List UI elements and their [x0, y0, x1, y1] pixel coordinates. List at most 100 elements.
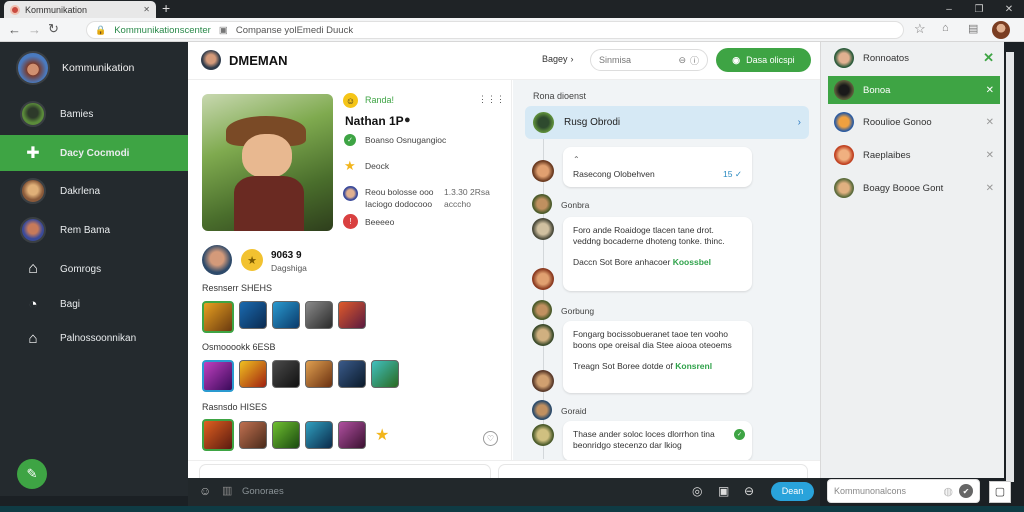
item-thumb[interactable] [272, 360, 300, 388]
right-panel-handle[interactable] [1006, 52, 1014, 482]
profile-note-input[interactable] [199, 464, 491, 478]
url-field[interactable]: 🔒 Kommunikationscenter ▣ Companse yolEme… [86, 21, 904, 39]
app-name: Kommunikation [62, 62, 135, 74]
sidebar-item-gomrogs[interactable]: ⌂ Gomrogs [0, 251, 188, 287]
new-chat-button[interactable]: ◉ Dasa olicspi [716, 48, 811, 72]
attach-icon[interactable]: ▥ [222, 484, 232, 497]
section-title-1: Resnserr SHEHS [202, 283, 273, 293]
close-icon[interactable]: ✕ [986, 85, 994, 96]
read-receipt-icon: ✓ [734, 429, 745, 440]
avatar [834, 145, 854, 165]
heart-icon[interactable]: ♡ [483, 431, 498, 446]
image-icon[interactable]: ▣ [718, 484, 729, 498]
chat-bubble-icon: ✚ [26, 145, 40, 162]
info-icon[interactable]: ⓘ [690, 54, 699, 67]
right-item-raeplaibes[interactable]: Raeplaibes ✕ [828, 141, 1000, 169]
sidebar-item-dakrlena[interactable]: Dakrlena [0, 173, 188, 209]
sidebar-item-rem-bama[interactable]: Rem Bama [0, 212, 188, 248]
forward-icon[interactable]: → [28, 22, 41, 37]
item-row-1 [202, 301, 366, 333]
send-button[interactable]: Dean [771, 482, 814, 501]
item-thumb[interactable] [239, 301, 267, 329]
os-taskbar [0, 506, 1024, 512]
sidebar-item-bagi[interactable]: ◔ Bagi [0, 286, 188, 322]
sidebar-item-bamies[interactable]: Bamies [0, 96, 188, 132]
restore-button[interactable]: ❐ [964, 0, 994, 18]
search-input[interactable]: Sinmisa ⊖ ⓘ [590, 49, 708, 71]
section-title-3: Rasnsdo HISES [202, 402, 268, 412]
item-thumb[interactable] [202, 360, 234, 392]
right-panel-input[interactable]: Kommunonalcons ◍ ✔ [827, 479, 980, 503]
chat-message-input[interactable] [498, 464, 808, 478]
item-thumb[interactable] [272, 301, 300, 329]
message-meta: 15 ✓ [723, 169, 742, 180]
filter-dropdown[interactable]: Bagey › [542, 54, 574, 64]
back-icon[interactable]: ← [8, 22, 21, 37]
new-tab-button[interactable]: + [162, 0, 176, 18]
avatar [834, 178, 854, 198]
right-panel-header: Ronnoatos ✕ [828, 44, 1000, 72]
close-icon[interactable]: ✕ [986, 183, 994, 194]
sidebar-item-dacy-cocmodi[interactable]: ✚ Dacy Cocmodi [0, 135, 188, 171]
close-icon[interactable]: ✕ [986, 150, 994, 161]
tab-favicon-icon [10, 4, 20, 15]
item-thumb[interactable] [202, 301, 234, 333]
timer-icon[interactable]: ⊖ [744, 484, 754, 498]
item-thumb[interactable] [305, 360, 333, 388]
chat-toggle-icon[interactable]: ▢ [989, 481, 1011, 503]
close-icon[interactable]: ✕ [986, 117, 994, 128]
reload-icon[interactable]: ↻ [48, 21, 59, 37]
status-emoji-icon: ☺ [343, 93, 358, 108]
item-row-2 [202, 360, 399, 392]
avatar [834, 80, 854, 100]
item-thumb[interactable] [305, 421, 333, 449]
item-thumb[interactable] [305, 301, 333, 329]
item-thumb[interactable] [338, 301, 366, 329]
selected-conversation[interactable]: Rusg Obrodi › [525, 106, 809, 139]
item-thumb[interactable] [338, 421, 366, 449]
browser-tab[interactable]: Kommunikation ✕ [4, 1, 156, 18]
sidebar-item-label: Dacy Cocmodi [60, 147, 130, 159]
compose-fab-button[interactable]: ✎ [17, 459, 47, 489]
right-item-rooulioe[interactable]: Rooulioe Gonoo ✕ [828, 108, 1000, 136]
message-text: Thase ander soloc loces dlorrhon tina be… [573, 429, 715, 451]
minimize-button[interactable]: – [934, 0, 964, 18]
bookmark-star-icon[interactable]: ☆ [914, 21, 926, 37]
message-link[interactable]: Konsrenl [675, 361, 712, 371]
more-dots-icon[interactable]: ⋮⋮⋮ [478, 94, 505, 105]
voice-icon[interactable]: ✔ [959, 484, 973, 498]
close-icon[interactable]: ✕ [983, 50, 994, 66]
avatar [834, 48, 854, 68]
menu-icon[interactable]: ▤ [968, 22, 978, 35]
item-thumb[interactable] [239, 360, 267, 388]
avatar [532, 194, 552, 214]
item-thumb[interactable] [371, 360, 399, 388]
star-icon: ★ [375, 427, 390, 444]
message-footer: Treagn Sot Boree dotde of [573, 361, 673, 372]
message-text: Foro ande Roaidoge tlacen tane drot. ved… [573, 225, 725, 247]
emoji-icon[interactable]: ◍ [943, 485, 953, 498]
avatar [533, 112, 554, 133]
composer-placeholder[interactable]: Gonoraes [242, 486, 284, 497]
sidebar-item-palnossoonnikan[interactable]: ⌂ Palnossoonnikan [0, 320, 188, 356]
profile-avatar[interactable] [992, 21, 1010, 39]
message-link[interactable]: Koossbel [673, 257, 711, 267]
right-header-label: Ronnoatos [863, 52, 909, 64]
emoji-icon[interactable]: ☺ [199, 484, 211, 498]
mic-icon[interactable]: ◎ [692, 484, 702, 498]
sidebar-item-label: Dakrlena [60, 185, 101, 197]
extension-icon[interactable]: ⌂ [942, 22, 949, 34]
avatar [532, 160, 554, 182]
tab-close-icon[interactable]: ✕ [143, 5, 150, 14]
message-bubble: Fongarg bocissobueranet taoe ten vooho b… [563, 321, 752, 393]
item-thumb[interactable] [338, 360, 366, 388]
window-close-button[interactable]: ✕ [994, 0, 1024, 18]
item-thumb[interactable] [239, 421, 267, 449]
right-item-bonoa[interactable]: Bonoa ✕ [828, 76, 1000, 104]
message-bubble: ⌃ Rasecong Olobehven 15 ✓ [563, 147, 752, 187]
right-item-boagy[interactable]: Boagy Boooe Gont ✕ [828, 174, 1000, 202]
clear-icon[interactable]: ⊖ [678, 55, 686, 66]
item-thumb[interactable] [272, 421, 300, 449]
item-thumb[interactable] [202, 419, 234, 451]
app-avatar[interactable] [16, 51, 50, 85]
